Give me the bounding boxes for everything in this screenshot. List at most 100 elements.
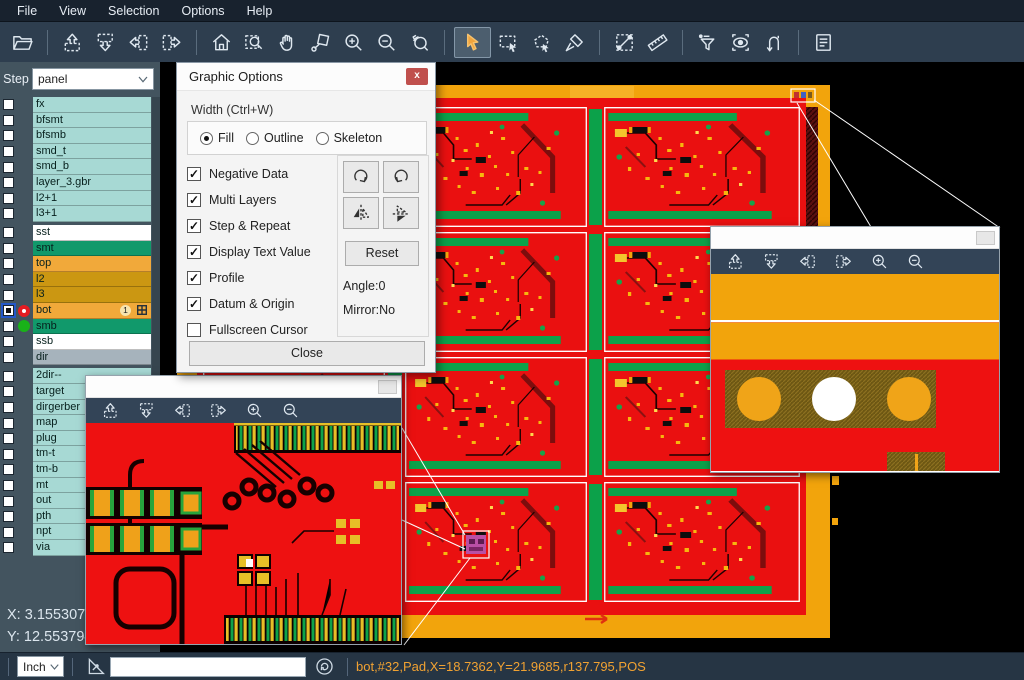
zoom-window-pads[interactable] <box>710 226 1000 473</box>
pan-left-icon[interactable] <box>123 27 154 58</box>
select-polygon-icon[interactable] <box>526 27 557 58</box>
layer-checkbox[interactable] <box>3 258 14 269</box>
layer-checkbox[interactable] <box>3 480 14 491</box>
checkbox[interactable]: ✓ <box>187 167 201 181</box>
checkbox-row-negative-data[interactable]: ✓Negative Data <box>187 161 311 187</box>
layer-label[interactable]: l2 <box>33 272 151 288</box>
checkbox-row-profile[interactable]: ✓Profile <box>187 265 311 291</box>
checkbox-row-datum-origin[interactable]: ✓Datum & Origin <box>187 291 311 317</box>
layer-checkbox[interactable] <box>3 371 14 382</box>
rotate-cw-icon[interactable] <box>343 161 379 193</box>
layer-label[interactable]: sst <box>33 225 151 241</box>
layer-checkbox[interactable] <box>3 402 14 413</box>
menu-item-help[interactable]: Help <box>236 0 284 22</box>
layer-label[interactable]: bfsmb <box>33 128 151 144</box>
pan-up-icon[interactable] <box>57 27 88 58</box>
radio-circle[interactable] <box>200 132 213 145</box>
radio-outline[interactable]: Outline <box>246 131 304 145</box>
zoom-previous-icon[interactable] <box>404 27 435 58</box>
radio-fill[interactable]: Fill <box>200 131 234 145</box>
step-select[interactable]: panel <box>32 68 154 90</box>
layer-checkbox[interactable] <box>3 130 14 141</box>
view-options-icon[interactable] <box>725 27 756 58</box>
layer-checkbox[interactable] <box>3 227 14 238</box>
layer-label[interactable]: layer_3.gbr <box>33 175 151 191</box>
layer-checkbox[interactable] <box>3 386 14 397</box>
layer-checkbox[interactable] <box>3 496 14 507</box>
layer-label[interactable]: l3 <box>33 287 151 303</box>
zoom-out-icon[interactable] <box>900 251 930 273</box>
zoom-object-icon[interactable] <box>305 27 336 58</box>
checkbox[interactable] <box>187 323 201 337</box>
close-icon[interactable]: x <box>406 68 428 85</box>
filter-icon[interactable] <box>692 27 723 58</box>
command-input[interactable] <box>110 657 306 677</box>
checkbox-row-step-repeat[interactable]: ✓Step & Repeat <box>187 213 311 239</box>
home-view-icon[interactable] <box>206 27 237 58</box>
menu-item-options[interactable]: Options <box>170 0 235 22</box>
radio-circle[interactable] <box>246 132 259 145</box>
flip-v-icon[interactable] <box>383 197 419 229</box>
pan-hand-icon[interactable] <box>272 27 303 58</box>
pan-up-icon[interactable] <box>95 400 125 422</box>
pan-left-icon[interactable] <box>167 400 197 422</box>
close-button[interactable]: Close <box>189 341 425 366</box>
pan-down-icon[interactable] <box>131 400 161 422</box>
layer-checkbox[interactable] <box>3 208 14 219</box>
select-arrow-icon[interactable] <box>454 27 491 58</box>
window-button[interactable] <box>976 231 995 245</box>
layer-label[interactable]: smd_t <box>33 144 151 160</box>
checkbox[interactable]: ✓ <box>187 297 201 311</box>
menu-item-file[interactable]: File <box>6 0 48 22</box>
menu-item-selection[interactable]: Selection <box>97 0 170 22</box>
checkbox-row-display-text-value[interactable]: ✓Display Text Value <box>187 239 311 265</box>
pan-down-icon[interactable] <box>90 27 121 58</box>
checkbox-row-multi-layers[interactable]: ✓Multi Layers <box>187 187 311 213</box>
zoom-window-content[interactable] <box>86 423 401 644</box>
layer-checkbox[interactable] <box>3 290 14 301</box>
u-turn-icon[interactable] <box>758 27 789 58</box>
layer-checkbox[interactable] <box>3 511 14 522</box>
layer-checkbox[interactable] <box>3 418 14 429</box>
layer-checkbox[interactable] <box>3 243 14 254</box>
layer-checkbox[interactable] <box>3 305 14 316</box>
report-icon[interactable] <box>808 27 839 58</box>
zoom-window-titlebar[interactable] <box>711 227 999 249</box>
layer-label[interactable]: smt <box>33 241 151 257</box>
layer-label[interactable]: bfsmt <box>33 113 151 129</box>
zoom-window-icon[interactable] <box>239 27 270 58</box>
layer-label[interactable]: l3+1 <box>33 206 151 222</box>
grid-icon[interactable] <box>137 305 147 315</box>
layer-checkbox[interactable] <box>3 274 14 285</box>
checkbox[interactable]: ✓ <box>187 219 201 233</box>
layer-label[interactable]: top <box>33 256 151 272</box>
zoom-out-icon[interactable] <box>275 400 305 422</box>
zoom-in-icon[interactable] <box>239 400 269 422</box>
layer-label[interactable]: ssb <box>33 334 151 350</box>
layer-label[interactable]: fx <box>33 97 151 113</box>
layer-checkbox[interactable] <box>3 352 14 363</box>
zoom-window-titlebar[interactable] <box>86 376 401 398</box>
layer-checkbox[interactable] <box>3 449 14 460</box>
layer-checkbox[interactable] <box>3 146 14 157</box>
open-file-icon[interactable] <box>7 27 38 58</box>
layer-checkbox[interactable] <box>3 321 14 332</box>
checkbox[interactable]: ✓ <box>187 271 201 285</box>
pan-up-icon[interactable] <box>720 251 750 273</box>
window-button[interactable] <box>378 380 397 394</box>
layer-label[interactable]: smb <box>33 319 151 335</box>
layer-checkbox[interactable] <box>3 542 14 553</box>
zoom-window-content[interactable] <box>711 274 999 471</box>
zoom-in-icon[interactable] <box>338 27 369 58</box>
select-rect-icon[interactable] <box>493 27 524 58</box>
checkbox-row-fullscreen-cursor[interactable]: Fullscreen Cursor <box>187 317 311 343</box>
layer-label[interactable]: smd_b <box>33 159 151 175</box>
pan-down-icon[interactable] <box>756 251 786 273</box>
pan-right-icon[interactable] <box>156 27 187 58</box>
layer-checkbox[interactable] <box>3 336 14 347</box>
layer-checkbox[interactable] <box>3 464 14 475</box>
rotate-ccw-icon[interactable] <box>383 161 419 193</box>
checkbox[interactable]: ✓ <box>187 245 201 259</box>
layer-checkbox[interactable] <box>3 162 14 173</box>
radio-skeleton[interactable]: Skeleton <box>316 131 383 145</box>
